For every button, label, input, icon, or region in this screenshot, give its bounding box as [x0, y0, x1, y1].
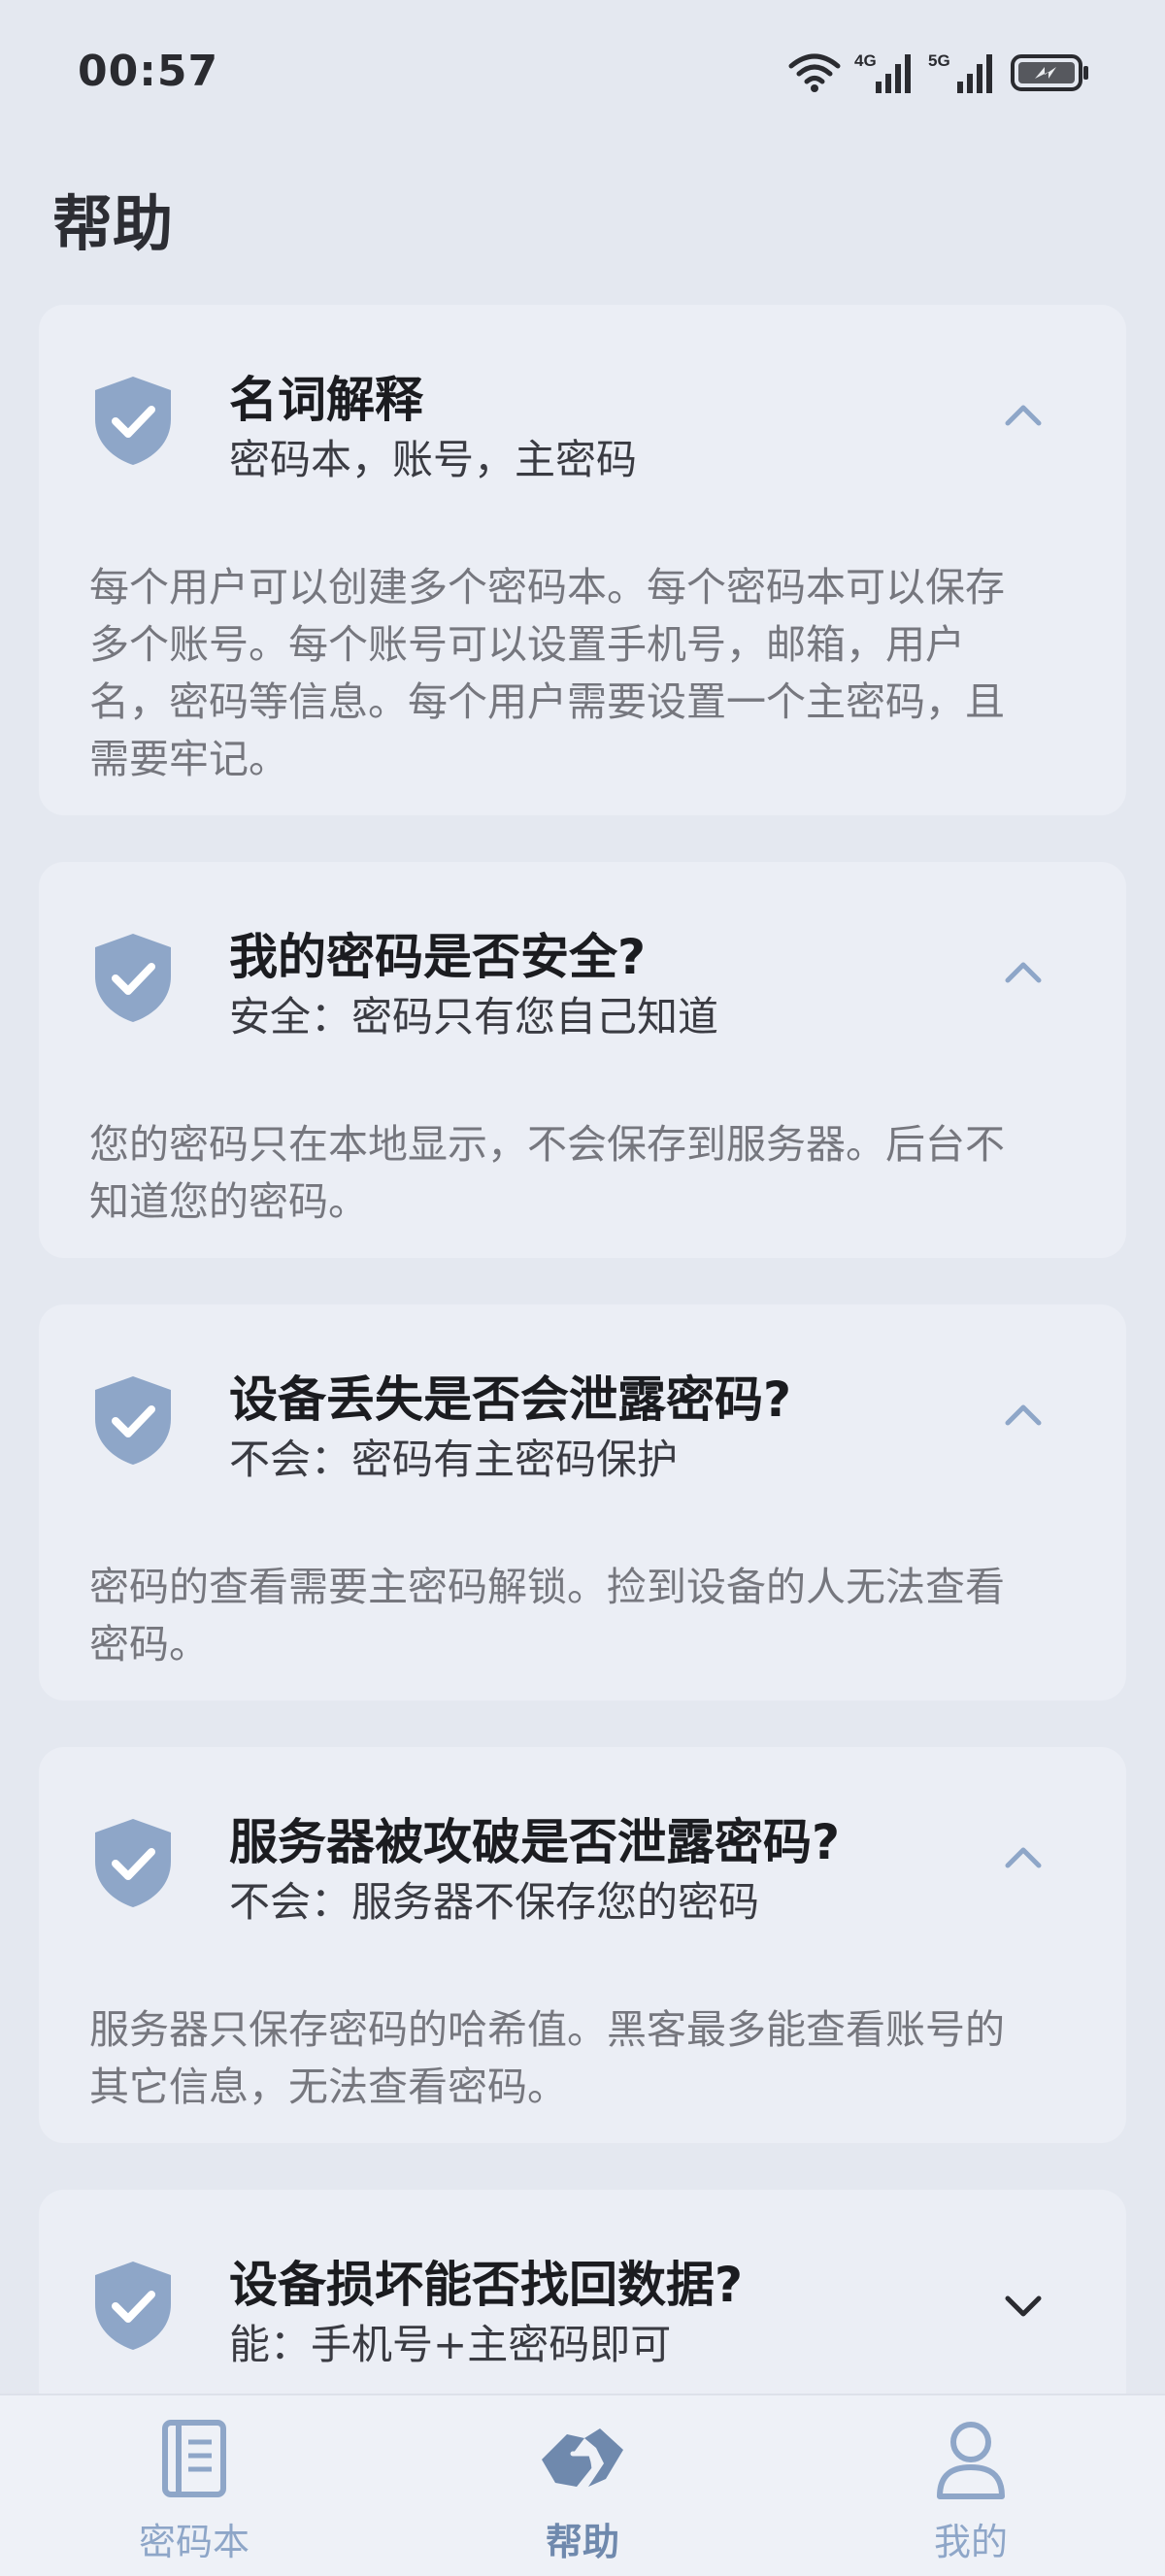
shield-check-icon	[95, 377, 171, 465]
nav-item-notebooks[interactable]: 密码本	[0, 2395, 388, 2576]
faq-title: 名词解释	[229, 372, 423, 428]
faq-card-header[interactable]: 名词解释 密码本，账号，主密码	[39, 305, 1126, 526]
faq-subtitle: 能：手机号+主密码即可	[229, 2321, 672, 2368]
status-time: 00:57	[78, 47, 219, 96]
faq-card: 服务器被攻破是否泄露密码? 不会：服务器不保存您的密码 服务器只保存密码的哈希值…	[39, 1747, 1126, 2143]
faq-card-header[interactable]: 设备丢失是否会泄露密码? 不会：密码有主密码保护	[39, 1305, 1126, 1526]
chevron-up-icon[interactable]	[996, 388, 1050, 443]
nav-item-help[interactable]: 帮助	[388, 2395, 777, 2576]
faq-card: 名词解释 密码本，账号，主密码 每个用户可以创建多个密码本。每个密码本可以保存多…	[39, 305, 1126, 815]
faq-title: 设备损坏能否找回数据?	[229, 2257, 744, 2313]
faq-subtitle: 密码本，账号，主密码	[229, 436, 638, 483]
nav-label: 帮助	[545, 2521, 619, 2563]
faq-subtitle: 不会：服务器不保存您的密码	[229, 1878, 760, 1926]
handshake-icon	[542, 2428, 623, 2487]
status-bar: 00:57 4G 5G	[0, 0, 1165, 146]
faq-answer: 密码的查看需要主密码解锁。捡到设备的人无法查看密码。	[89, 1564, 1005, 1668]
nav-item-me[interactable]: 我的	[777, 2395, 1165, 2576]
wifi-icon	[788, 53, 841, 92]
faq-subtitle: 不会：密码有主密码保护	[229, 1436, 679, 1483]
faq-subtitle: 安全：密码只有您自己知道	[229, 993, 719, 1040]
faq-title: 我的密码是否安全?	[229, 929, 647, 985]
svg-text:5G: 5G	[928, 51, 950, 70]
nav-label: 我的	[933, 2521, 1008, 2563]
bottom-nav: 密码本 帮助 我的	[0, 2394, 1165, 2576]
signal-4g-icon: 4G	[854, 51, 911, 93]
signal-5g-icon: 5G	[928, 51, 992, 93]
chevron-up-icon[interactable]	[996, 1388, 1050, 1442]
faq-answer: 您的密码只在本地显示，不会保存到服务器。后台不知道您的密码。	[89, 1121, 1005, 1225]
svg-text:4G: 4G	[854, 51, 877, 70]
chevron-down-icon[interactable]	[996, 2279, 1050, 2333]
faq-card: 设备损坏能否找回数据? 能：手机号+主密码即可	[39, 2190, 1126, 2423]
faq-answer: 每个用户可以创建多个密码本。每个密码本可以保存多个账号。每个账号可以设置手机号，…	[89, 564, 1005, 782]
shield-check-icon	[95, 1376, 171, 1465]
nav-label: 密码本	[138, 2521, 250, 2563]
shield-check-icon	[95, 2262, 171, 2350]
faq-title: 设备丢失是否会泄露密码?	[229, 1371, 792, 1428]
faq-card-header[interactable]: 设备损坏能否找回数据? 能：手机号+主密码即可	[39, 2190, 1126, 2423]
faq-card-header[interactable]: 服务器被攻破是否泄露密码? 不会：服务器不保存您的密码	[39, 1747, 1126, 1968]
chevron-up-icon[interactable]	[996, 945, 1050, 1000]
faq-answer: 服务器只保存密码的哈希值。黑客最多能查看账号的其它信息，无法查看密码。	[89, 2006, 1005, 2110]
faq-card: 我的密码是否安全? 安全：密码只有您自己知道 您的密码只在本地显示，不会保存到服…	[39, 862, 1126, 1258]
faq-card: 设备丢失是否会泄露密码? 不会：密码有主密码保护 密码的查看需要主密码解锁。捡到…	[39, 1305, 1126, 1701]
page-title: 帮助	[52, 188, 174, 259]
status-icons: 4G 5G	[788, 50, 1091, 95]
person-icon	[937, 2422, 1005, 2499]
shield-check-icon	[95, 934, 171, 1022]
faq-list: 名词解释 密码本，账号，主密码 每个用户可以创建多个密码本。每个密码本可以保存多…	[39, 305, 1126, 2469]
faq-title: 服务器被攻破是否泄露密码?	[229, 1814, 841, 1870]
chevron-up-icon[interactable]	[996, 1831, 1050, 1885]
notebook-icon	[162, 2420, 226, 2497]
faq-card-header[interactable]: 我的密码是否安全? 安全：密码只有您自己知道	[39, 862, 1126, 1083]
shield-check-icon	[95, 1819, 171, 1907]
battery-icon	[1011, 54, 1088, 91]
